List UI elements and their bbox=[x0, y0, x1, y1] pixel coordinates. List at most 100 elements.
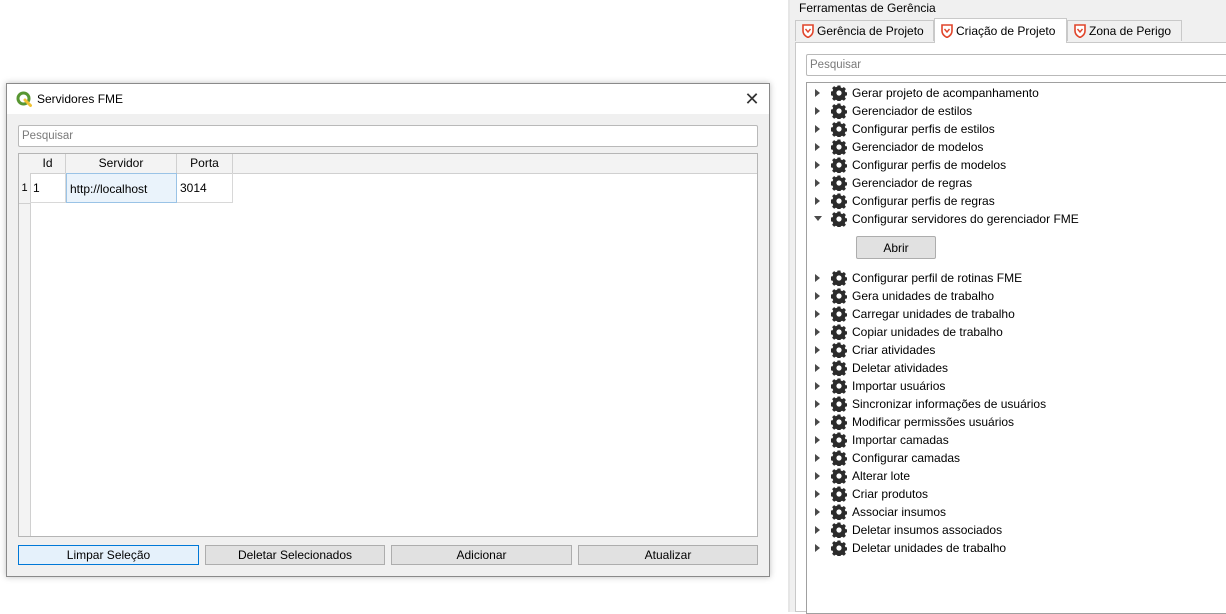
cell-porta[interactable]: 3014 bbox=[177, 173, 233, 203]
chevron-right-icon[interactable] bbox=[815, 436, 820, 444]
tree-item[interactable]: Alterar lote bbox=[807, 467, 1226, 486]
tree-item-label: Deletar unidades de trabalho bbox=[852, 541, 1007, 555]
chevron-right-icon[interactable] bbox=[815, 107, 820, 115]
chevron-right-icon[interactable] bbox=[815, 454, 820, 462]
tree-item[interactable]: Gerenciador de modelos bbox=[807, 138, 1226, 157]
dock-title: Ferramentas de Gerência bbox=[799, 1, 936, 15]
tree-item[interactable]: Copiar unidades de trabalho bbox=[807, 323, 1226, 342]
tree-item[interactable]: Deletar unidades de trabalho bbox=[807, 539, 1226, 558]
tree-item[interactable]: Importar camadas bbox=[807, 431, 1226, 450]
gear-icon bbox=[830, 157, 848, 175]
gear-icon bbox=[830, 211, 848, 229]
tab-zona-de-perigo[interactable]: Zona de Perigo bbox=[1067, 20, 1182, 41]
tab-label: Criação de Projeto bbox=[956, 24, 1056, 38]
refresh-button[interactable]: Atualizar bbox=[578, 545, 758, 565]
cell-servidor[interactable]: http://localhost bbox=[66, 173, 177, 203]
dock-search-input[interactable] bbox=[806, 54, 1226, 76]
close-icon: ✕ bbox=[744, 88, 760, 109]
delete-selected-button[interactable]: Deletar Selecionados bbox=[205, 545, 385, 565]
tree-item[interactable]: Gerenciador de regras bbox=[807, 174, 1226, 193]
gear-icon bbox=[830, 468, 848, 486]
dialog-titlebar[interactable]: Servidores FME ✕ bbox=[7, 84, 769, 114]
gear-icon bbox=[830, 288, 848, 306]
gear-icon bbox=[830, 486, 848, 504]
tab-criacao-de-projeto[interactable]: Criação de Projeto bbox=[934, 18, 1067, 43]
tree-item[interactable]: Configurar perfis de regras bbox=[807, 192, 1226, 211]
tree-item-label: Deletar atividades bbox=[852, 361, 949, 375]
chevron-right-icon[interactable] bbox=[815, 328, 820, 336]
chevron-right-icon[interactable] bbox=[815, 179, 820, 187]
gear-icon bbox=[830, 85, 848, 103]
gear-icon bbox=[830, 306, 848, 324]
tree-item[interactable]: Modificar permissões usuários bbox=[807, 413, 1226, 432]
column-header-servidor[interactable]: Servidor bbox=[66, 154, 177, 174]
tab-label: Zona de Perigo bbox=[1089, 24, 1172, 38]
tree-item[interactable]: Configurar perfis de estilos bbox=[807, 120, 1226, 139]
chevron-right-icon[interactable] bbox=[815, 89, 820, 97]
tree-item[interactable]: Configurar camadas bbox=[807, 449, 1226, 468]
tree-item-label: Gerenciador de modelos bbox=[852, 140, 984, 154]
close-button[interactable]: ✕ bbox=[741, 88, 763, 110]
tree-item-label: Importar usuários bbox=[852, 379, 946, 393]
gear-icon bbox=[830, 396, 848, 414]
chevron-right-icon[interactable] bbox=[815, 197, 820, 205]
servidores-fme-dialog: Servidores FME ✕ Id Servidor Porta 1 1 h… bbox=[6, 83, 770, 577]
tree-item[interactable]: Gerar projeto de acompanhamento bbox=[807, 84, 1226, 103]
header-filler bbox=[233, 154, 757, 174]
tree-item[interactable]: Configurar perfis de modelos bbox=[807, 156, 1226, 175]
chevron-right-icon[interactable] bbox=[815, 346, 820, 354]
tree-item-label: Gerenciador de estilos bbox=[852, 104, 973, 118]
chevron-down-icon[interactable] bbox=[814, 216, 822, 221]
tab-gerencia-de-projeto[interactable]: Gerência de Projeto bbox=[795, 20, 934, 41]
chevron-right-icon[interactable] bbox=[815, 526, 820, 534]
chevron-right-icon[interactable] bbox=[815, 382, 820, 390]
tree-item[interactable]: Configurar perfil de rotinas FME bbox=[807, 269, 1226, 288]
add-button[interactable]: Adicionar bbox=[391, 545, 572, 565]
tree-item-label: Alterar lote bbox=[852, 469, 911, 483]
cell-id[interactable]: 1 bbox=[30, 173, 66, 203]
tree-item[interactable]: Carregar unidades de trabalho bbox=[807, 305, 1226, 324]
chevron-right-icon[interactable] bbox=[815, 364, 820, 372]
chevron-right-icon[interactable] bbox=[815, 143, 820, 151]
chevron-right-icon[interactable] bbox=[815, 472, 820, 480]
gear-icon bbox=[830, 432, 848, 450]
servers-table: Id Servidor Porta 1 1 http://localhost 3… bbox=[18, 153, 758, 537]
tree-item[interactable]: Deletar atividades bbox=[807, 359, 1226, 378]
tree-item[interactable]: Associar insumos bbox=[807, 503, 1226, 522]
chevron-right-icon[interactable] bbox=[815, 274, 820, 282]
row-header-1[interactable]: 1 bbox=[19, 173, 30, 204]
tree-item[interactable]: Sincronizar informações de usuários bbox=[807, 395, 1226, 414]
tree-item-label: Sincronizar informações de usuários bbox=[852, 397, 1047, 411]
chevron-right-icon[interactable] bbox=[815, 161, 820, 169]
gear-icon bbox=[830, 175, 848, 193]
tree-item[interactable]: Deletar insumos associados bbox=[807, 521, 1226, 540]
tree-item[interactable]: Configurar servidores do gerenciador FME bbox=[807, 210, 1226, 229]
tree-item[interactable]: Criar atividades bbox=[807, 341, 1226, 360]
column-header-id[interactable]: Id bbox=[30, 154, 66, 174]
tree-item[interactable]: Importar usuários bbox=[807, 377, 1226, 396]
chevron-right-icon[interactable] bbox=[815, 418, 820, 426]
chevron-right-icon[interactable] bbox=[815, 490, 820, 498]
chevron-right-icon[interactable] bbox=[815, 544, 820, 552]
open-button[interactable]: Abrir bbox=[856, 236, 936, 259]
chevron-right-icon[interactable] bbox=[815, 508, 820, 516]
chevron-right-icon[interactable] bbox=[815, 125, 820, 133]
chevron-right-icon[interactable] bbox=[815, 310, 820, 318]
tree-item-label: Configurar perfil de rotinas FME bbox=[852, 271, 1023, 285]
tree-item-label: Gerar projeto de acompanhamento bbox=[852, 86, 1039, 100]
tree-item-label: Configurar servidores do gerenciador FME bbox=[852, 212, 1079, 226]
tree-item[interactable]: Gerenciador de estilos bbox=[807, 102, 1226, 121]
tree-item-label: Criar atividades bbox=[852, 343, 936, 357]
chevron-right-icon[interactable] bbox=[815, 292, 820, 300]
gear-icon bbox=[830, 504, 848, 522]
gear-icon bbox=[830, 360, 848, 378]
dialog-search-input[interactable] bbox=[18, 125, 758, 147]
chevron-right-icon[interactable] bbox=[815, 400, 820, 408]
gear-icon bbox=[830, 139, 848, 157]
column-header-porta[interactable]: Porta bbox=[177, 154, 233, 174]
tree-item[interactable]: Criar produtos bbox=[807, 485, 1226, 504]
tree-item[interactable]: Gera unidades de trabalho bbox=[807, 287, 1226, 306]
tree-item-label: Gerenciador de regras bbox=[852, 176, 973, 190]
gear-icon bbox=[830, 450, 848, 468]
clear-selection-button[interactable]: Limpar Seleção bbox=[18, 545, 199, 565]
